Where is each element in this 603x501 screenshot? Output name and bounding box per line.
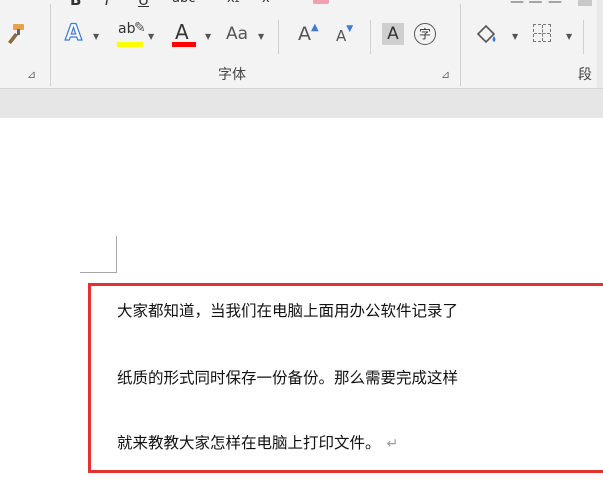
chevron-down-icon[interactable]: ▼ [258, 32, 264, 41]
paragraph-group-label: 段 [578, 67, 592, 83]
grow-font-glyph: A [298, 23, 311, 45]
ribbon: B I U abc x₂ x² — — — ⊿ A ▼ ab ✎ ▼ A ▼ A… [0, 0, 603, 89]
margin-corner-mark-horizontal [80, 272, 117, 273]
highlight-glyph: ab [118, 21, 136, 37]
change-case-button[interactable]: Aa [226, 24, 248, 44]
ruler-gap [0, 89, 603, 118]
font-color-bar [172, 42, 196, 47]
character-shading-icon[interactable]: A [382, 23, 404, 45]
subscript-icon[interactable]: x₂ [227, 0, 240, 6]
font-group-label: 字体 [218, 67, 246, 83]
chevron-down-icon[interactable]: ▼ [205, 32, 211, 41]
clipboard-dialog-launcher[interactable]: ⊿ [27, 68, 36, 81]
bold-icon[interactable]: B [70, 0, 81, 9]
format-painter-icon[interactable] [3, 22, 27, 50]
font-dialog-launcher[interactable]: ⊿ [441, 68, 450, 81]
highlight-pen-icon: ✎ [134, 20, 146, 36]
strikethrough-icon[interactable]: abc [172, 0, 195, 6]
highlight-color-icon[interactable]: ab [118, 21, 135, 37]
text-effects-icon[interactable]: A [64, 20, 82, 46]
shading-icon[interactable] [474, 22, 500, 50]
highlight-box [88, 283, 603, 473]
align-icon-2[interactable]: — [548, 0, 562, 10]
superscript-icon[interactable]: x² [262, 0, 275, 6]
shrink-font-glyph: A [336, 27, 347, 45]
enclose-characters-icon[interactable]: 字 [414, 23, 436, 45]
highlight-color-bar [117, 42, 143, 47]
chevron-down-icon[interactable]: ▼ [93, 32, 99, 41]
chevron-down-icon[interactable]: ▼ [566, 32, 572, 41]
shrink-font-icon[interactable]: A▼ [336, 24, 353, 45]
margin-corner-mark [116, 236, 117, 272]
font-color-icon[interactable]: A [175, 20, 189, 44]
chevron-down-icon[interactable]: ▼ [512, 32, 518, 41]
ribbon-scroll-edge [597, 0, 603, 88]
grow-font-icon[interactable]: A▲ [298, 22, 319, 45]
align-icon[interactable]: — — [510, 0, 542, 10]
underline-icon[interactable]: U [138, 0, 149, 9]
sort-icon[interactable] [578, 0, 592, 6]
borders-icon[interactable] [533, 24, 551, 42]
clear-format-icon[interactable] [313, 0, 329, 4]
italic-icon[interactable]: I [105, 0, 109, 9]
chevron-down-icon[interactable]: ▼ [148, 32, 154, 41]
